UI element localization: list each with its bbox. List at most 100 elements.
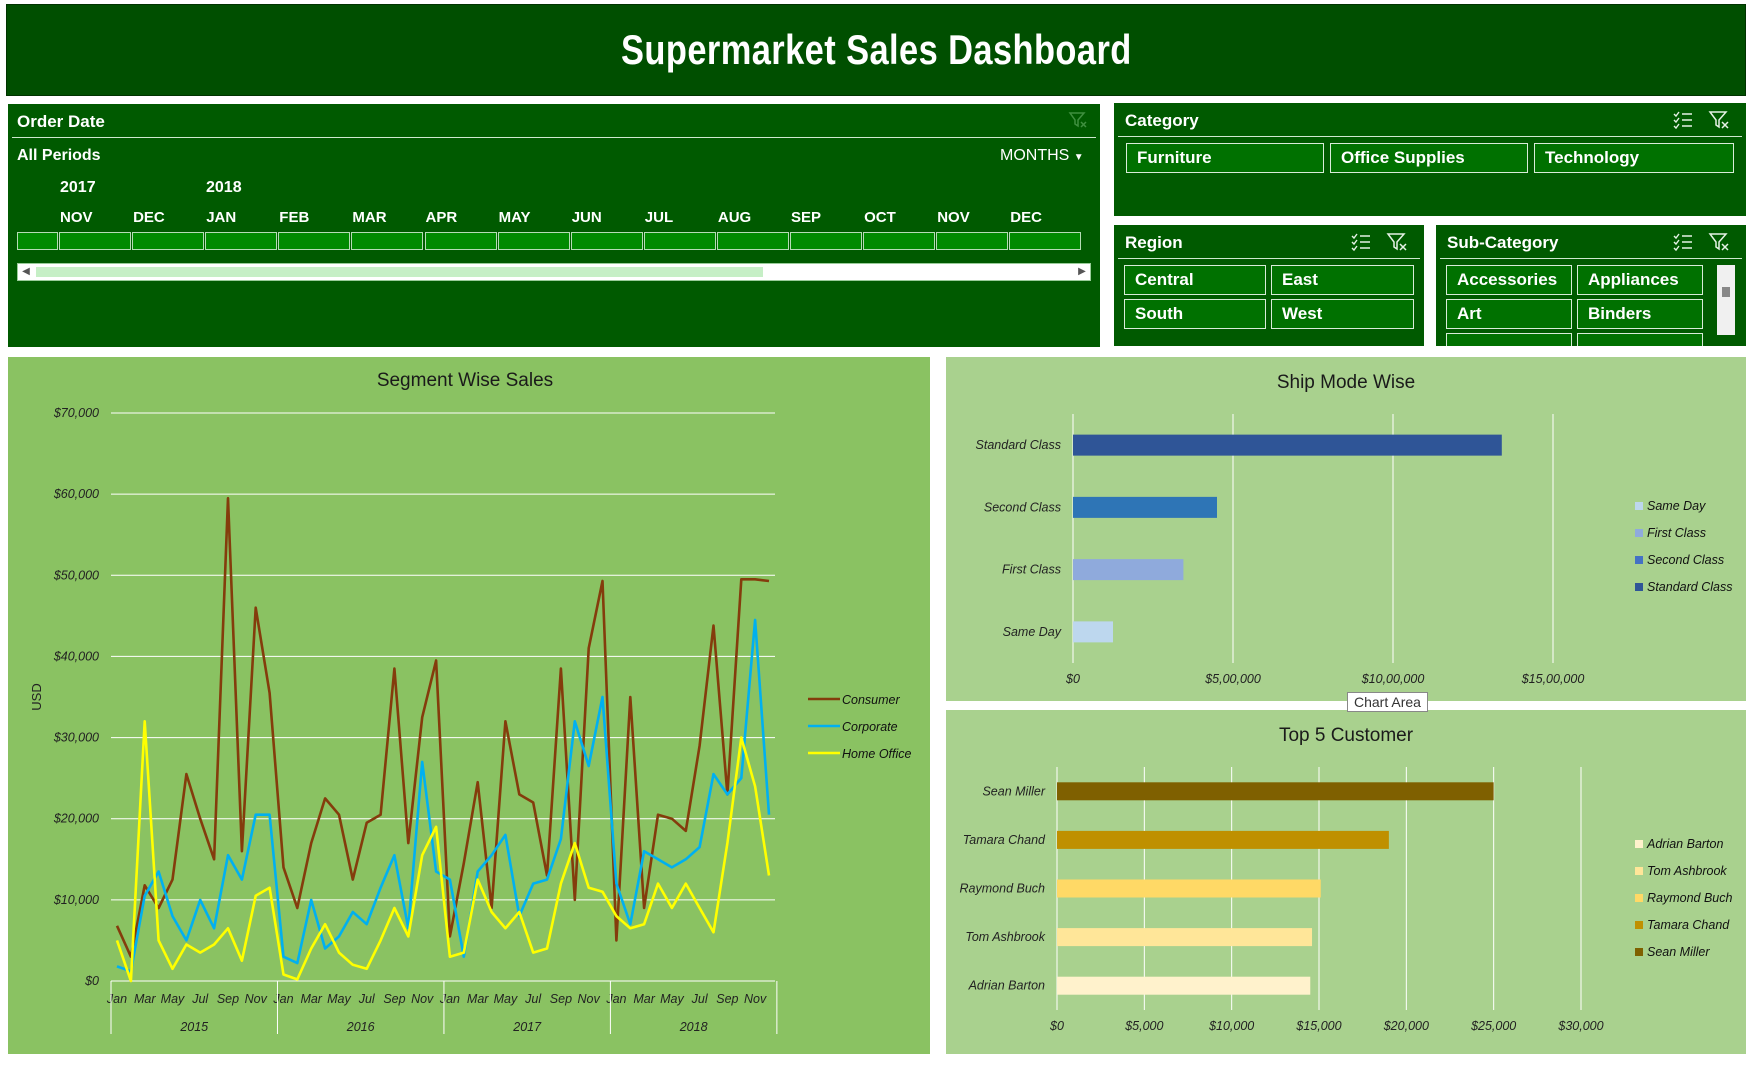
timeline-month-label: NOV <box>60 209 93 226</box>
category-slicer[interactable]: Category Furniture Office Supplies Techn… <box>1114 103 1746 216</box>
bar <box>1057 830 1389 849</box>
category-label: Raymond Buch <box>960 882 1046 896</box>
legend-label: Tamara Chand <box>1647 918 1730 932</box>
multi-select-icon[interactable] <box>1350 232 1372 252</box>
category-label: Tamara Chand <box>963 833 1046 847</box>
segment-sales-chart-panel[interactable]: Segment Wise Sales $0 $10,000 $20,000 $30,00… <box>8 357 930 1054</box>
timeline-month-cell[interactable] <box>790 232 863 250</box>
timeline-month-cell[interactable] <box>17 232 58 250</box>
timeline-month-cell[interactable] <box>570 232 643 250</box>
bar <box>1073 434 1502 456</box>
chart-title: Segment Wise Sales <box>377 370 553 391</box>
bar <box>1057 976 1311 995</box>
subcategory-art-button[interactable]: Art <box>1446 299 1572 329</box>
order-date-slicer[interactable]: Order Date All Periods MONTHS ▼ 2017 2018… <box>8 104 1100 347</box>
y-tick-label: $0 <box>84 974 99 988</box>
top-customer-chart-panel[interactable]: Top 5 Customer $0 $5,000 $10,000 $15,000 $20,… <box>946 710 1746 1054</box>
timeline-month-cell[interactable] <box>863 232 936 250</box>
y-tick-label: $30,000 <box>53 731 99 745</box>
subcategory-appliances-button[interactable]: Appliances <box>1577 265 1703 295</box>
timeline-month-cell[interactable] <box>716 232 789 250</box>
time-level-dropdown[interactable]: MONTHS ▼ <box>1000 147 1084 165</box>
legend-label: Standard Class <box>1647 580 1732 594</box>
year-label: 2015 <box>179 1020 208 1034</box>
y-tick-label: $40,000 <box>53 649 99 663</box>
category-label: Tom Ashbrook <box>965 930 1045 944</box>
legend-label: Adrian Barton <box>1646 837 1723 851</box>
top-customer-chart: Top 5 Customer $0 $5,000 $10,000 $15,000 $20,… <box>960 725 1733 1033</box>
category-header: Category <box>1125 111 1199 130</box>
subcategory-accessories-button[interactable]: Accessories <box>1446 265 1572 295</box>
category-office-supplies-button[interactable]: Office Supplies <box>1330 143 1528 173</box>
clear-filter-icon[interactable] <box>1708 232 1730 252</box>
timeline-scrollbar[interactable]: ◀ ▶ <box>17 263 1091 281</box>
x-tick-label: Mar <box>300 992 322 1006</box>
region-slicer[interactable]: Region Central East South West <box>1114 225 1424 346</box>
timeline-month-cell[interactable] <box>278 232 351 250</box>
subcategory-binders-button[interactable]: Binders <box>1577 299 1703 329</box>
subcategory-item-partial[interactable] <box>1577 333 1703 346</box>
multi-select-icon[interactable] <box>1672 232 1694 252</box>
category-label: First Class <box>1002 563 1061 577</box>
timeline-month-label: DEC <box>1010 209 1042 226</box>
x-tick-label: $5,00,000 <box>1204 672 1261 686</box>
timeline-month-cell[interactable] <box>205 232 278 250</box>
region-east-button[interactable]: East <box>1271 265 1414 295</box>
order-date-header: Order Date <box>17 112 105 131</box>
timeline-month-cell[interactable] <box>351 232 424 250</box>
multi-select-icon[interactable] <box>1672 110 1694 130</box>
timeline-month-cell[interactable] <box>59 232 132 250</box>
x-tick-label: May <box>161 992 185 1006</box>
x-tick-label: Nov <box>245 992 268 1006</box>
x-tick-label: Nov <box>578 992 601 1006</box>
ship-mode-chart-panel[interactable]: Ship Mode Wise $0 $5,00,000 $10,00,000 $15,0… <box>946 357 1746 701</box>
timeline-year-label: 2017 <box>60 179 96 196</box>
x-tick-label: $10,000 <box>1208 1019 1254 1033</box>
legend-label: Sean Miller <box>1647 945 1710 959</box>
legend-swatch <box>1635 529 1643 537</box>
bar <box>1057 879 1321 898</box>
clear-filter-icon[interactable] <box>1068 111 1088 129</box>
x-tick-label: Jan <box>605 992 626 1006</box>
y-tick-label: $50,000 <box>53 568 99 582</box>
x-tick-label: Mar <box>134 992 156 1006</box>
scroll-right-icon[interactable]: ▶ <box>1074 264 1090 280</box>
legend-label: Consumer <box>842 693 900 707</box>
legend-swatch <box>1635 867 1643 875</box>
scroll-left-icon[interactable]: ◀ <box>18 264 34 280</box>
subcategory-scrollbar[interactable] <box>1717 265 1735 335</box>
timeline-month-cell[interactable] <box>497 232 570 250</box>
region-central-button[interactable]: Central <box>1124 265 1266 295</box>
scrollbar-thumb[interactable] <box>36 267 763 277</box>
timeline-month-label: MAR <box>352 209 387 226</box>
region-south-button[interactable]: South <box>1124 299 1266 329</box>
timeline-month-cell[interactable] <box>1009 232 1082 250</box>
timeline-month-label: DEC <box>133 209 165 226</box>
scrollbar-thumb[interactable] <box>1722 287 1730 297</box>
timeline-month-cell[interactable] <box>936 232 1009 250</box>
category-technology-button[interactable]: Technology <box>1534 143 1734 173</box>
ship-mode-chart: Ship Mode Wise $0 $5,00,000 $10,00,000 $15,0… <box>976 372 1733 686</box>
category-furniture-button[interactable]: Furniture <box>1126 143 1324 173</box>
x-tick-label: $0 <box>1049 1019 1064 1033</box>
timeline-month-cell[interactable] <box>132 232 205 250</box>
time-level-label: MONTHS <box>1000 147 1070 164</box>
legend-label: Second Class <box>1647 553 1724 567</box>
timeline-month-label: JUL <box>644 209 674 226</box>
x-tick-label: $25,000 <box>1470 1019 1516 1033</box>
timeline-month-label: OCT <box>864 209 896 226</box>
timeline-month-cell[interactable] <box>643 232 716 250</box>
timeline-month-cell[interactable] <box>424 232 497 250</box>
legend-swatch <box>1635 948 1643 956</box>
region-west-button[interactable]: West <box>1271 299 1414 329</box>
x-tick-label: Sep <box>550 992 572 1006</box>
subcategory-slicer[interactable]: Sub-Category Accessories Appliances Art … <box>1436 225 1746 346</box>
clear-filter-icon[interactable] <box>1386 232 1408 252</box>
legend-swatch <box>1635 840 1643 848</box>
y-tick-label: $10,000 <box>53 893 99 907</box>
chevron-down-icon: ▼ <box>1073 152 1084 163</box>
clear-filter-icon[interactable] <box>1708 110 1730 130</box>
y-tick-label: $70,000 <box>53 406 99 420</box>
subcategory-item-partial[interactable] <box>1446 333 1572 346</box>
x-tick-label: Nov <box>411 992 434 1006</box>
